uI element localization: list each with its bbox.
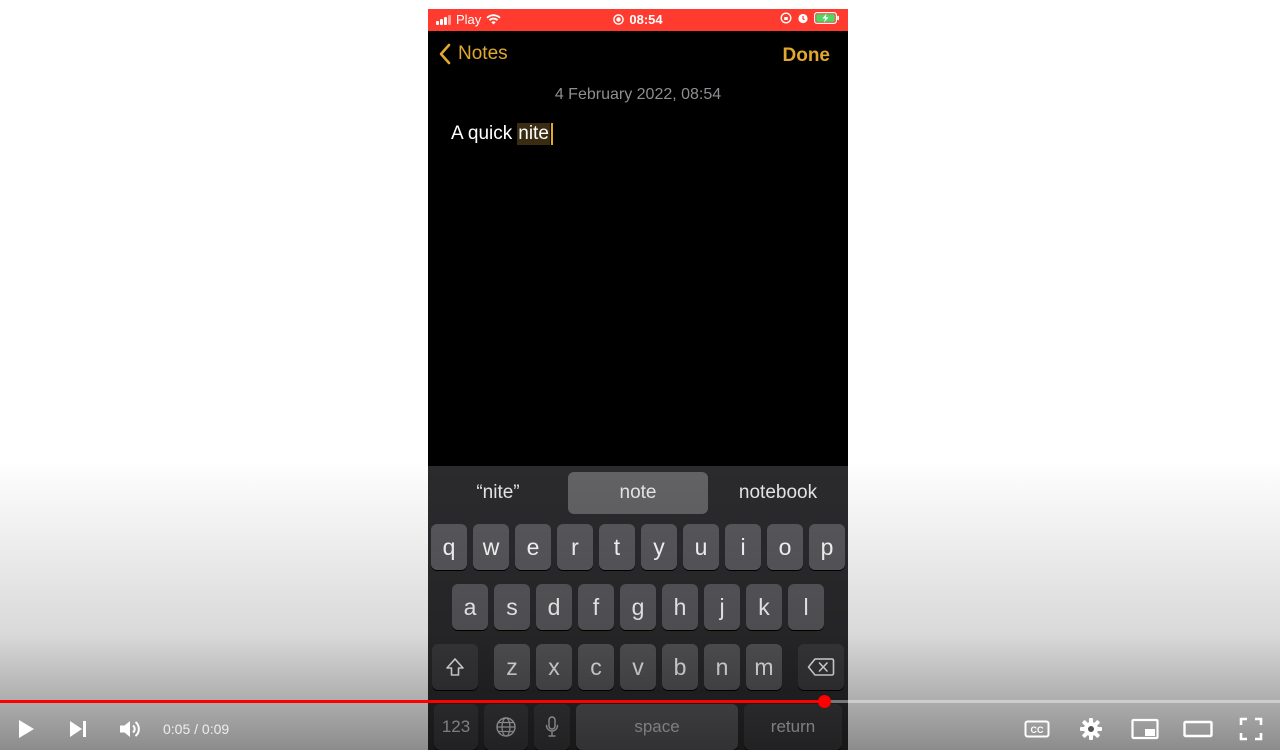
player-controls: 0:05 / 0:09 CC bbox=[0, 708, 1280, 750]
predictive-bar: “nite” note notebook bbox=[428, 466, 848, 520]
miniplayer-icon bbox=[1131, 718, 1159, 740]
theater-mode-button[interactable] bbox=[1182, 716, 1214, 742]
video-player[interactable]: Play 08:54 Notes Done 4 February 2022, 0… bbox=[0, 0, 1280, 750]
key-f[interactable]: f bbox=[578, 584, 614, 630]
done-button[interactable]: Done bbox=[783, 45, 831, 67]
key-row-3: z x c v b n m bbox=[428, 644, 848, 690]
shift-icon bbox=[446, 658, 464, 676]
key-row-2: a s d f g h j k l bbox=[428, 584, 848, 630]
note-text-area[interactable]: A quick nite bbox=[451, 123, 553, 145]
key-s[interactable]: s bbox=[494, 584, 530, 630]
closed-captions-icon: CC bbox=[1024, 720, 1050, 738]
key-row-1: q w e r t y u i o p bbox=[428, 524, 848, 570]
fullscreen-icon bbox=[1239, 717, 1263, 741]
suggestion-original[interactable]: “nite” bbox=[428, 472, 568, 514]
captions-button[interactable]: CC bbox=[1022, 716, 1052, 742]
key-m[interactable]: m bbox=[746, 644, 782, 690]
gear-icon bbox=[1080, 718, 1102, 740]
key-a[interactable]: a bbox=[452, 584, 488, 630]
shift-key[interactable] bbox=[432, 644, 478, 690]
next-button[interactable] bbox=[64, 716, 92, 742]
key-g[interactable]: g bbox=[620, 584, 656, 630]
key-w[interactable]: w bbox=[473, 524, 509, 570]
suggestion-alternate[interactable]: notebook bbox=[708, 472, 848, 514]
time-display: 0:05 / 0:09 bbox=[163, 721, 230, 737]
screen-recording-icon bbox=[613, 14, 625, 25]
skip-next-icon bbox=[70, 721, 86, 737]
text-cursor bbox=[550, 123, 553, 145]
key-l[interactable]: l bbox=[788, 584, 824, 630]
suggestion-selected[interactable]: note bbox=[568, 472, 708, 514]
key-n[interactable]: n bbox=[704, 644, 740, 690]
chevron-left-icon bbox=[439, 43, 451, 65]
orientation-lock-icon bbox=[780, 12, 792, 24]
autocorrect-highlighted-word: nite bbox=[517, 123, 550, 145]
backspace-icon bbox=[807, 658, 835, 676]
key-d[interactable]: d bbox=[536, 584, 572, 630]
progress-scrubber[interactable] bbox=[818, 695, 831, 708]
notes-nav-bar: Notes Done bbox=[428, 31, 848, 81]
alarm-icon bbox=[798, 13, 808, 24]
key-e[interactable]: e bbox=[515, 524, 551, 570]
key-t[interactable]: t bbox=[599, 524, 635, 570]
note-text: A quick bbox=[451, 123, 513, 144]
battery-charging-icon bbox=[814, 12, 839, 24]
key-c[interactable]: c bbox=[578, 644, 614, 690]
fullscreen-button[interactable] bbox=[1236, 716, 1266, 742]
volume-icon bbox=[120, 721, 140, 737]
play-button[interactable] bbox=[12, 716, 40, 742]
progress-bar[interactable] bbox=[0, 695, 1280, 708]
note-date: 4 February 2022, 08:54 bbox=[554, 86, 722, 103]
key-p[interactable]: p bbox=[809, 524, 845, 570]
key-k[interactable]: k bbox=[746, 584, 782, 630]
progress-played bbox=[0, 700, 824, 703]
back-to-notes-button[interactable]: Notes bbox=[438, 43, 508, 65]
volume-button[interactable] bbox=[116, 716, 144, 742]
svg-text:CC: CC bbox=[1031, 725, 1044, 735]
settings-button[interactable] bbox=[1076, 716, 1106, 742]
phone-screen: Play 08:54 Notes Done 4 February 2022, 0… bbox=[428, 9, 848, 750]
key-i[interactable]: i bbox=[725, 524, 761, 570]
key-j[interactable]: j bbox=[704, 584, 740, 630]
miniplayer-button[interactable] bbox=[1130, 716, 1160, 742]
status-bar: Play 08:54 bbox=[428, 9, 848, 31]
delete-key[interactable] bbox=[798, 644, 844, 690]
key-y[interactable]: y bbox=[641, 524, 677, 570]
key-z[interactable]: z bbox=[494, 644, 530, 690]
key-o[interactable]: o bbox=[767, 524, 803, 570]
back-button-label: Notes bbox=[458, 43, 508, 64]
key-q[interactable]: q bbox=[431, 524, 467, 570]
status-right bbox=[780, 12, 840, 24]
key-x[interactable]: x bbox=[536, 644, 572, 690]
key-u[interactable]: u bbox=[683, 524, 719, 570]
key-h[interactable]: h bbox=[662, 584, 698, 630]
key-b[interactable]: b bbox=[662, 644, 698, 690]
play-icon bbox=[19, 720, 34, 738]
key-v[interactable]: v bbox=[620, 644, 656, 690]
theater-mode-icon bbox=[1183, 720, 1213, 738]
key-r[interactable]: r bbox=[557, 524, 593, 570]
status-time: 08:54 bbox=[629, 12, 663, 27]
